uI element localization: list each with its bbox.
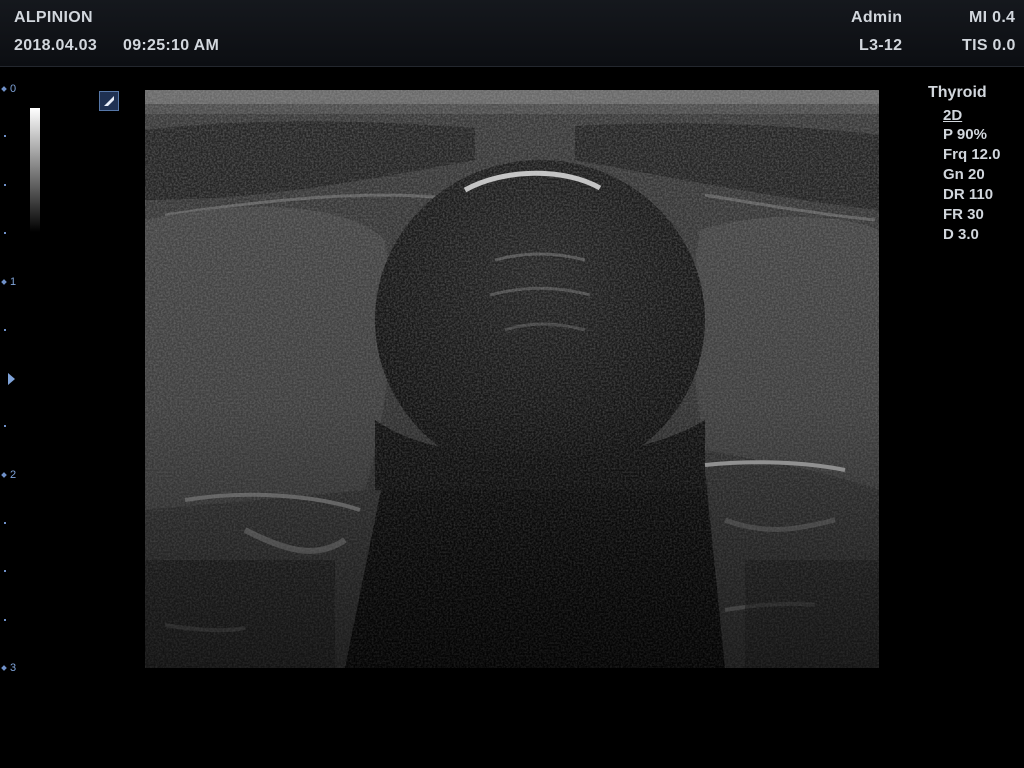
depth-scale: 0 1 2 3 <box>0 68 30 708</box>
status-header: ALPINION 2018.04.03 09:25:10 AM Admin MI… <box>0 0 1024 67</box>
depth-label-2: 2 <box>1 469 16 481</box>
depth-label-1: 1 <box>1 276 16 288</box>
user-name[interactable]: Admin <box>851 9 902 27</box>
depth-tick <box>4 522 6 524</box>
power-value: P 90% <box>943 126 987 143</box>
depth-value: D 3.0 <box>943 226 979 243</box>
brand-label: ALPINION <box>14 9 93 26</box>
gain-value: Gn 20 <box>943 166 985 183</box>
ultrasound-image[interactable] <box>145 90 879 668</box>
depth-tick <box>4 570 6 572</box>
imaging-parameters-panel: Thyroid 2D P 90% Frq 12.0 Gn 20 DR 110 F… <box>928 84 1024 245</box>
depth-tick <box>4 184 6 186</box>
preset-label[interactable]: Thyroid <box>928 84 1024 102</box>
mode-label[interactable]: 2D <box>943 106 1024 125</box>
exam-time: 09:25:10 AM <box>123 37 220 54</box>
depth-tick <box>4 135 6 137</box>
depth-tick <box>4 425 6 427</box>
thermal-index: TIS 0.0 <box>962 37 1016 54</box>
exam-date: 2018.04.03 <box>14 37 98 54</box>
depth-tick <box>4 329 6 331</box>
mechanical-index: MI 0.4 <box>969 9 1016 26</box>
frequency-value: Frq 12.0 <box>943 146 1001 163</box>
orientation-marker-icon <box>99 91 119 111</box>
depth-label-0: 0 <box>1 83 16 95</box>
probe-name[interactable]: L3-12 <box>859 37 902 55</box>
depth-tick <box>4 232 6 234</box>
ultrasound-screen: ALPINION 2018.04.03 09:25:10 AM Admin MI… <box>0 0 1024 768</box>
focus-arrow-icon[interactable] <box>8 373 15 385</box>
grayscale-bar <box>30 108 40 232</box>
frame-rate-value: FR 30 <box>943 206 984 223</box>
depth-label-3: 3 <box>1 662 16 674</box>
depth-tick <box>4 619 6 621</box>
dynamic-range-value: DR 110 <box>943 186 994 203</box>
